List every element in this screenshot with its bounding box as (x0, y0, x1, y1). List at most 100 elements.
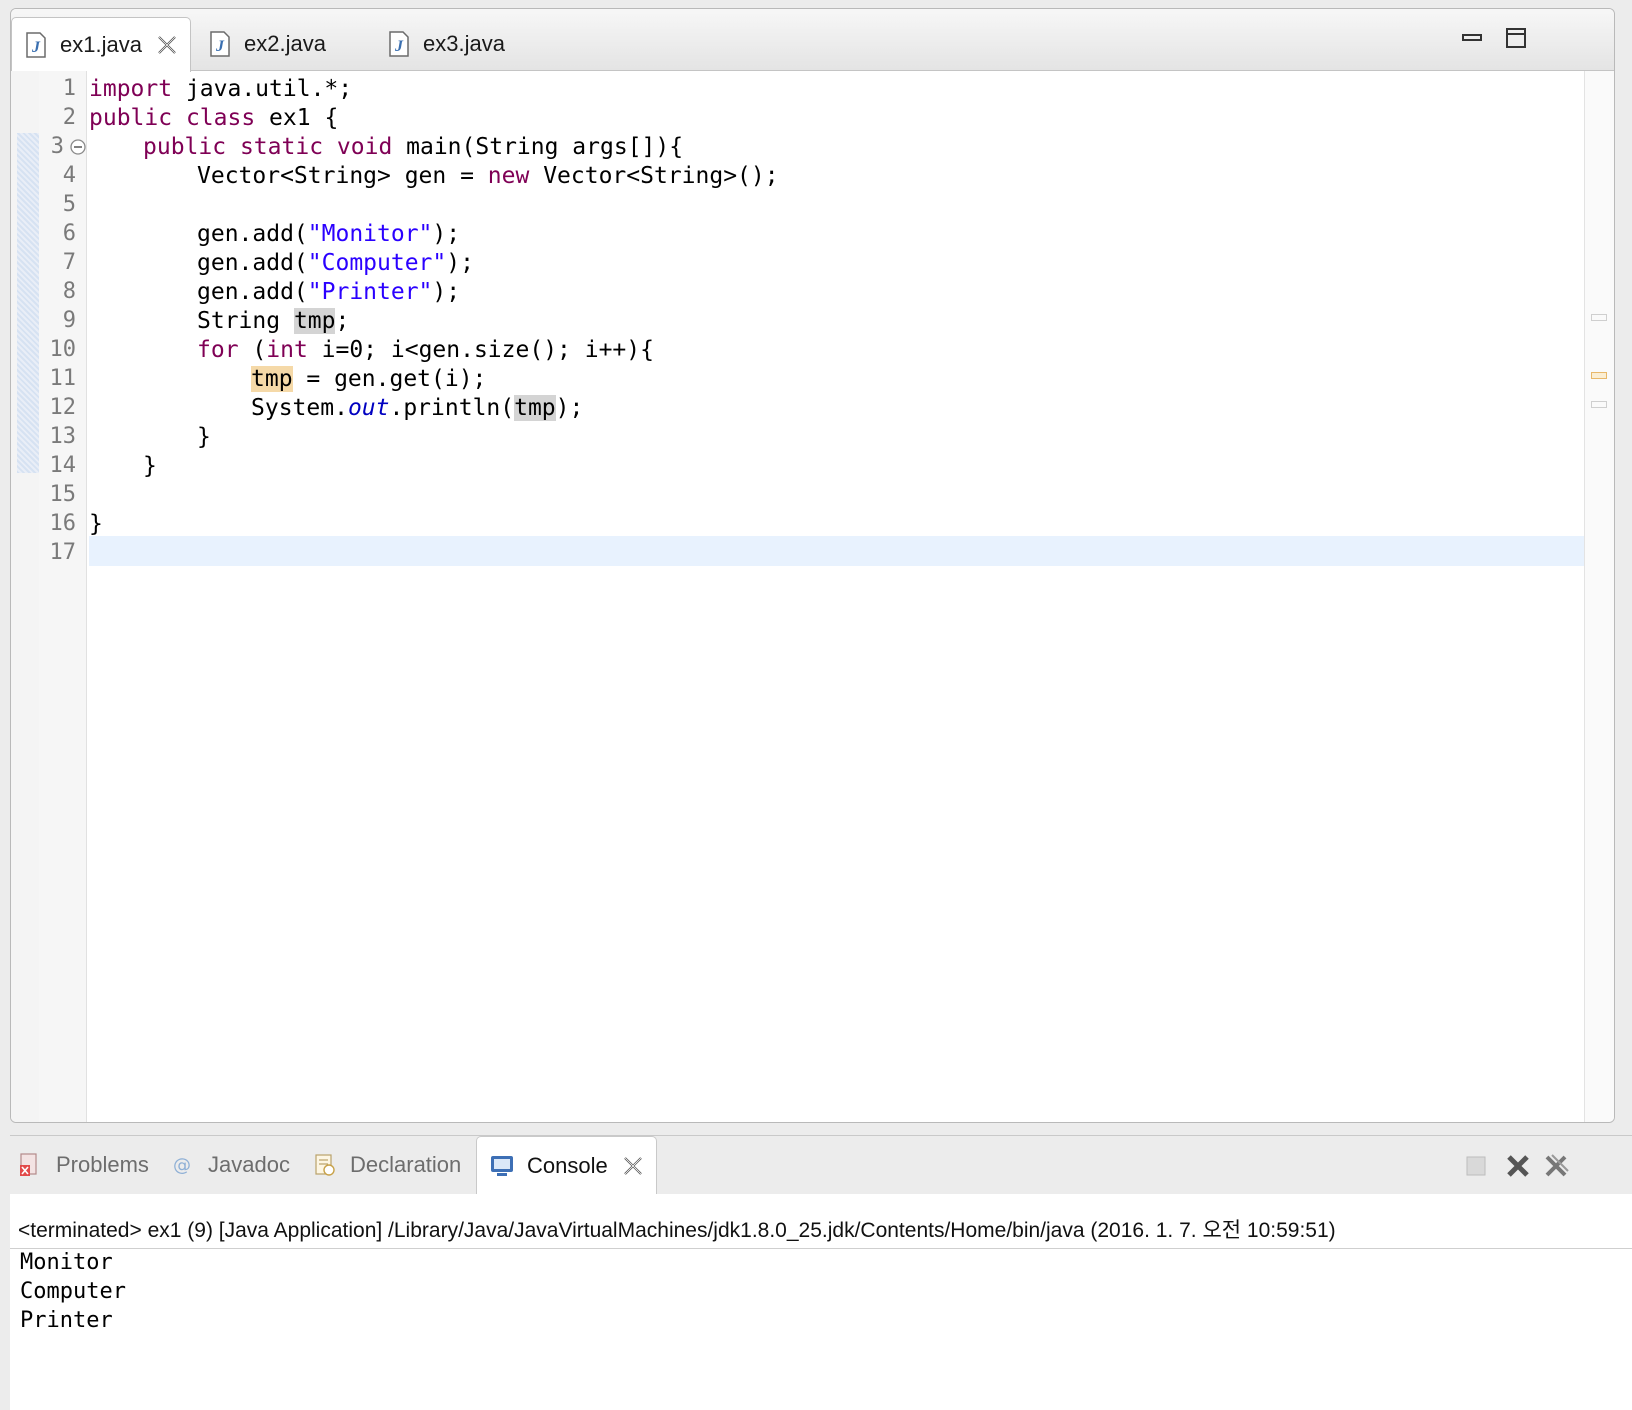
remove-all-terminated-icon[interactable] (1542, 1152, 1570, 1180)
close-tab-icon[interactable] (622, 1155, 644, 1177)
code-text: .println( (389, 395, 515, 421)
code-line-11: tmp = gen.get(i); (251, 364, 486, 394)
console-output-line: Printer (20, 1308, 113, 1333)
tab-declaration[interactable]: Declaration (312, 1136, 461, 1194)
line-number: 4 (62, 163, 76, 188)
tab-problems[interactable]: Problems (18, 1136, 149, 1194)
tab-label: Problems (56, 1152, 149, 1177)
tab-label: ex1.java (60, 32, 142, 57)
panel-tab-bar: Problems @ Javadoc Declaration Console (10, 1136, 1632, 1194)
console-output-line: Monitor (20, 1250, 113, 1275)
line-number: 14 (49, 453, 77, 478)
keyword: for (197, 337, 239, 363)
problems-icon (20, 1153, 37, 1176)
line-number: 17 (49, 540, 77, 565)
terminate-icon[interactable] (1462, 1152, 1490, 1180)
keyword: class (185, 105, 256, 131)
code-text: gen.add( (197, 279, 308, 305)
code-text: ); (446, 250, 474, 276)
console-panel: Problems @ Javadoc Declaration Console <… (10, 1135, 1632, 1410)
svg-text:J: J (394, 38, 404, 55)
keyword: import (89, 76, 173, 102)
java-file-icon: J (26, 32, 46, 58)
minimize-icon[interactable] (1459, 25, 1487, 53)
string-literal: "Printer" (307, 279, 433, 305)
string-literal: "Monitor" (307, 221, 433, 247)
code-line-4: Vector<String> gen = new Vector<String>(… (197, 161, 779, 191)
fold-collapse-icon[interactable] (69, 138, 87, 156)
console-status-header: <terminated> ex1 (9) [Java Application] … (18, 1219, 1336, 1242)
close-tab-icon[interactable] (156, 34, 178, 56)
line-number: 3 (50, 134, 64, 159)
keyword: void (336, 134, 393, 160)
line-number: 16 (49, 511, 77, 536)
code-line-9: String tmp; (197, 306, 349, 336)
code-text: ); (432, 221, 461, 247)
code-text: ex1 { (255, 105, 339, 131)
tab-ex1-java[interactable]: J ex1.java (11, 17, 191, 72)
svg-text:J: J (31, 39, 41, 56)
console-output-line: Computer (20, 1279, 126, 1304)
line-number: 11 (49, 366, 77, 391)
string-literal: "Computer" (307, 250, 447, 276)
tab-javadoc[interactable]: @ Javadoc (170, 1136, 290, 1194)
code-text: gen.add( (197, 221, 308, 247)
code-text: ); (555, 395, 584, 421)
line-number: 6 (62, 221, 76, 246)
code-text: main(String args[]){ (392, 134, 684, 160)
code-text: ( (238, 337, 267, 363)
keyword: static (239, 134, 324, 160)
code-editor[interactable]: import java.util.*; public class ex1 { p… (89, 71, 1589, 1122)
tab-ex2-java[interactable]: J ex2.java (196, 17, 371, 71)
line-number: 10 (49, 337, 77, 362)
line-number: 2 (62, 105, 76, 130)
code-text: gen.add( (197, 250, 308, 276)
keyword: public (89, 105, 173, 131)
code-text: i=0; i<gen.size(); i++){ (307, 337, 654, 363)
tab-label: Console (527, 1152, 608, 1178)
code-line-12: System.out.println(tmp); (251, 393, 583, 423)
code-line-10: for (int i=0; i<gen.size(); i++){ (197, 335, 654, 365)
write-occurrence-marker[interactable] (1591, 372, 1607, 379)
console-icon (491, 1155, 513, 1176)
tab-label: ex2.java (244, 31, 326, 56)
java-file-icon: J (389, 31, 409, 57)
current-line-highlight (89, 536, 1589, 566)
keyword: new (487, 163, 530, 189)
line-number: 1 (62, 76, 76, 101)
line-number: 15 (49, 482, 77, 507)
line-number: 5 (62, 192, 76, 217)
overview-ruler[interactable] (1584, 71, 1614, 1122)
line-number: 7 (62, 250, 76, 275)
code-text: ; (335, 308, 350, 334)
code-line-2: public class ex1 { (89, 103, 338, 133)
line-number: 12 (49, 395, 77, 420)
maximize-icon[interactable] (1503, 25, 1531, 53)
static-field: out (347, 395, 390, 421)
tab-ex3-java[interactable]: J ex3.java (375, 17, 550, 71)
divider (10, 1248, 1632, 1249)
svg-text:J: J (215, 38, 225, 55)
code-text: String (197, 308, 294, 334)
java-file-icon: J (210, 31, 230, 57)
code-text: System. (251, 395, 348, 421)
code-line-1: import java.util.*; (89, 74, 352, 104)
keyword: int (266, 337, 308, 363)
occurrence-marker[interactable] (1591, 314, 1607, 321)
remove-launch-icon[interactable] (1504, 1152, 1532, 1180)
change-indicator (17, 133, 39, 473)
code-line-3: public static void main(String args[]){ (143, 132, 683, 162)
occurrence-marker[interactable] (1591, 401, 1607, 408)
occurrence-highlight: tmp (293, 308, 336, 334)
code-line-13: } (197, 424, 211, 450)
code-line-8: gen.add("Printer"); (197, 277, 460, 307)
line-number: 13 (49, 424, 77, 449)
svg-text:@: @ (173, 1155, 191, 1176)
code-text: java.util.*; (172, 76, 353, 102)
annotation-gutter[interactable] (11, 71, 39, 1122)
javadoc-icon: @ (173, 1155, 191, 1176)
tab-label: ex3.java (423, 31, 505, 56)
line-number: 8 (62, 279, 76, 304)
tab-label: Javadoc (208, 1152, 290, 1177)
tab-console[interactable]: Console (476, 1136, 657, 1194)
